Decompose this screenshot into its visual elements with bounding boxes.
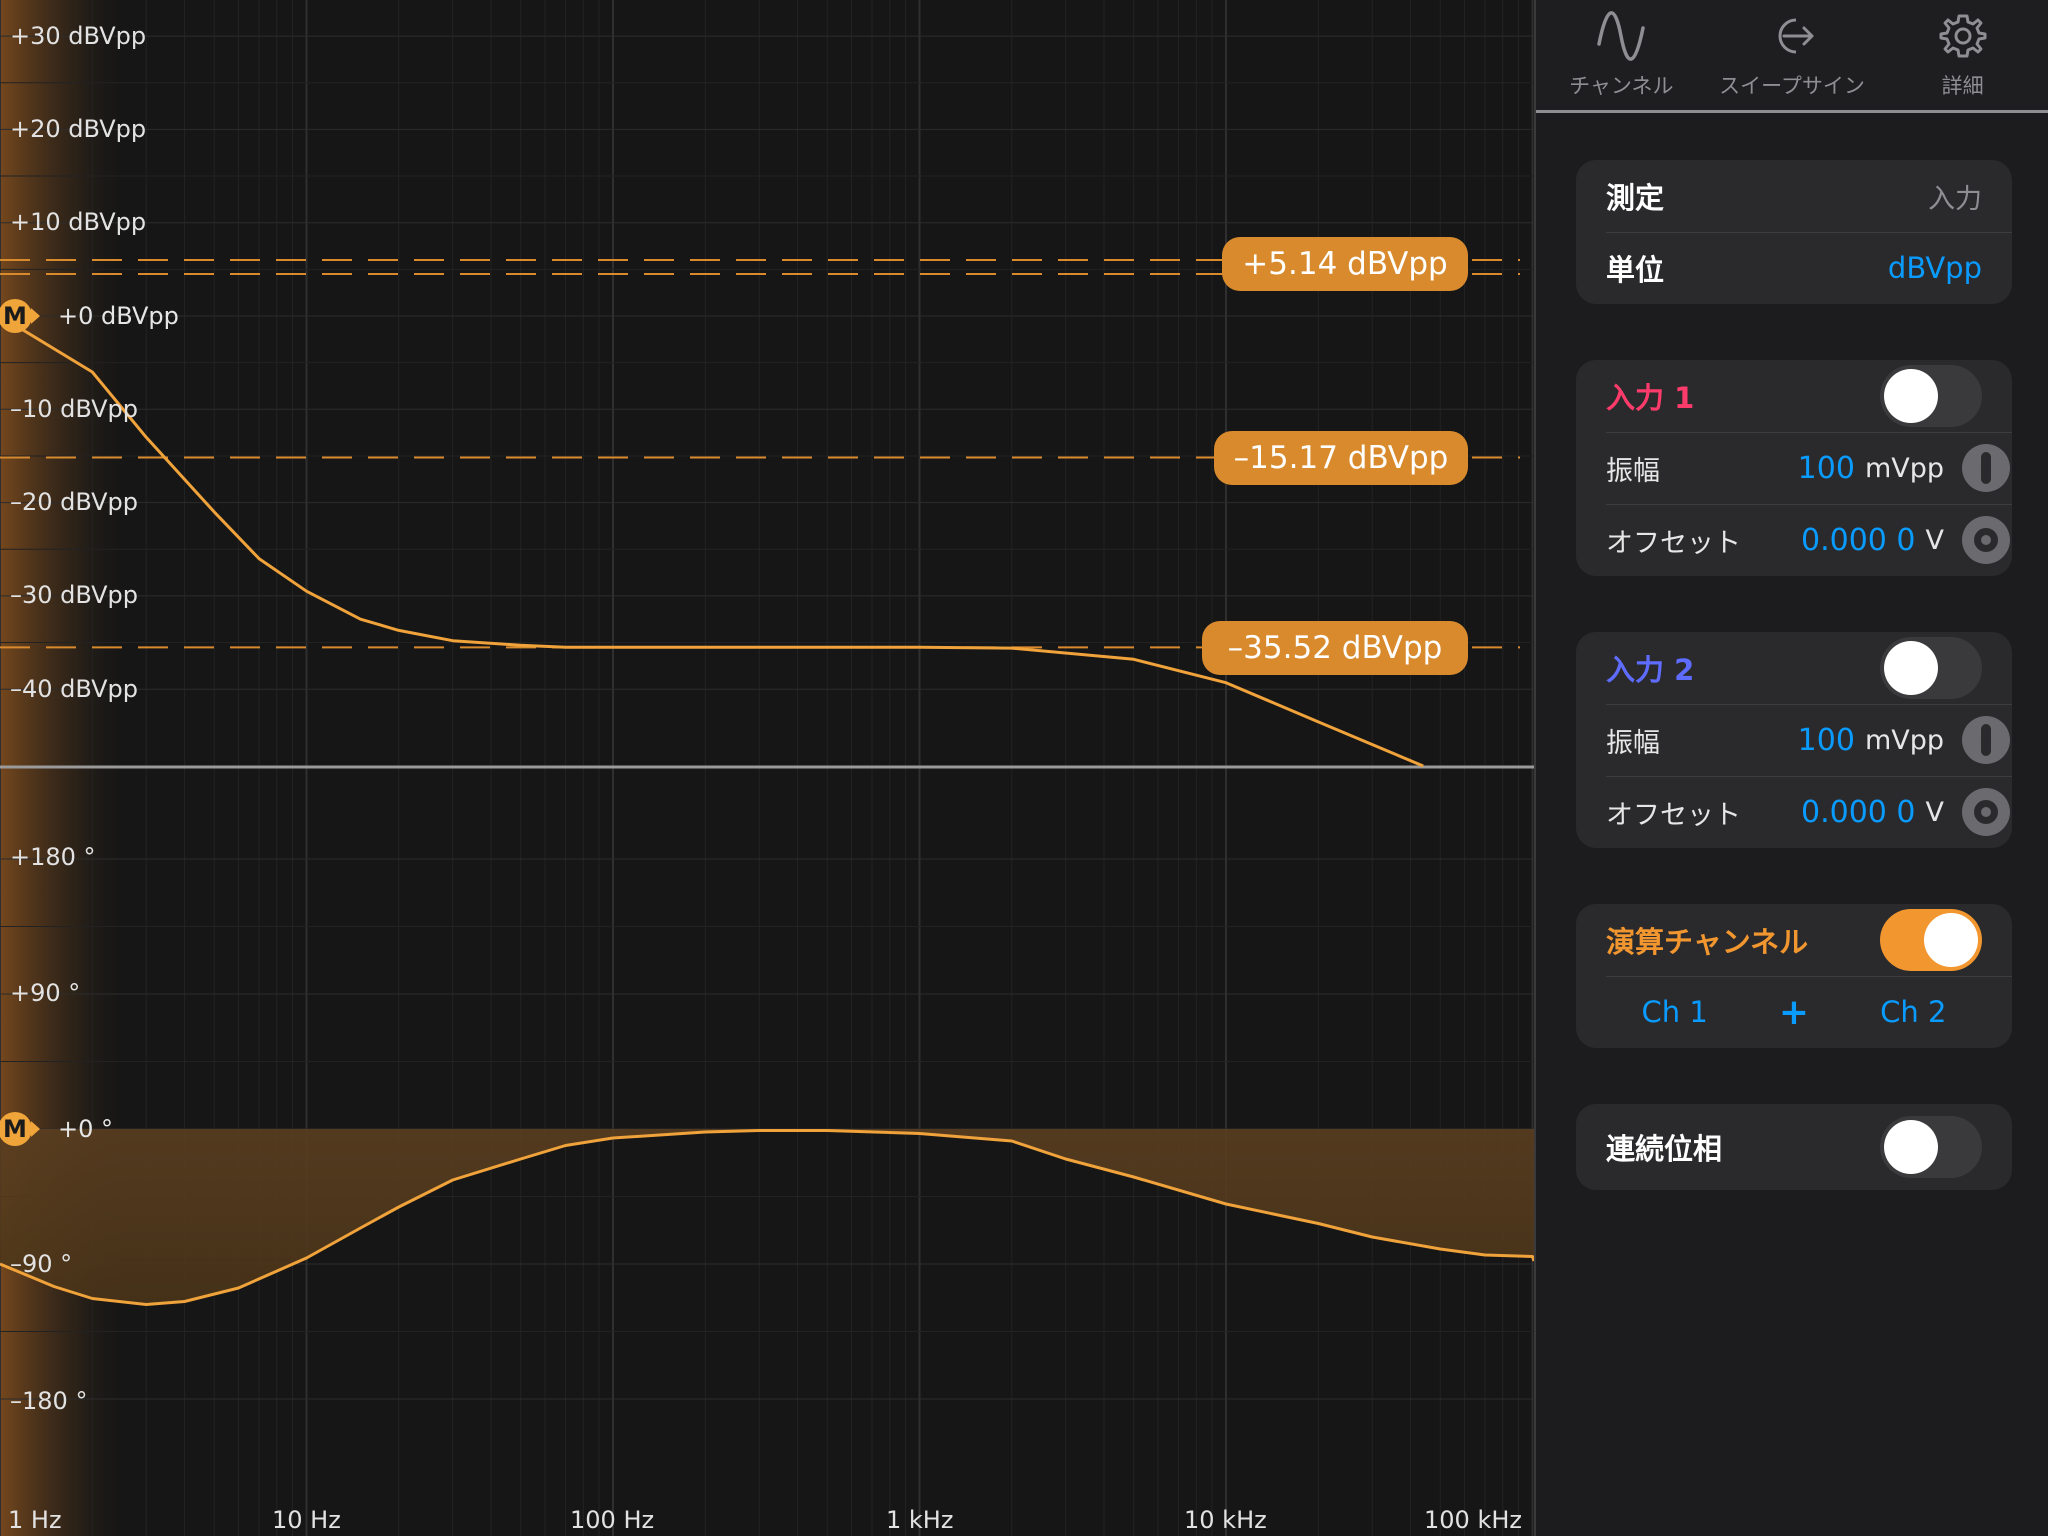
magnitude-cursor-readout[interactable]: –15.17 dBVpp [1214, 431, 1468, 485]
bode-plot-graphics [0, 0, 1534, 1536]
math-expression-row: Ch 1 + Ch 2 [1576, 976, 2012, 1048]
phase-reference-label: +0 ° [58, 1115, 114, 1143]
phase-axis-label: +90 ° [10, 979, 81, 1007]
input2-offset-row: オフセット 0.000 0 V [1576, 776, 2012, 848]
unwrap-phase-row: 連続位相 [1576, 1104, 2012, 1190]
measure-label: 測定 [1606, 181, 1665, 215]
input1-toggle[interactable] [1880, 365, 1982, 427]
magnitude-cursor-readout[interactable]: +5.14 dBVpp [1222, 237, 1468, 291]
input2-amplitude-value[interactable]: 100 [1798, 723, 1855, 758]
input2-offset-unit: V [1925, 796, 1944, 828]
input2-title: 入力 2 [1606, 653, 1695, 687]
input2-card: 入力 2 振幅 100 mVpp オフセット 0.000 0 V [1576, 632, 2012, 848]
input2-header-row: 入力 2 [1576, 632, 2012, 704]
tab-details-label: 詳細 [1941, 74, 1984, 98]
sine-wave-icon [1597, 11, 1646, 61]
input1-amplitude-adjust-button[interactable] [1962, 444, 2010, 492]
tab-sweep-sine[interactable]: スイープサイン [1707, 0, 1878, 110]
phase-axis-label: +180 ° [10, 843, 96, 871]
input1-card: 入力 1 振幅 100 mVpp オフセット 0.000 0 V [1576, 360, 2012, 576]
gear-icon [1939, 14, 1987, 58]
input2-offset-label: オフセット [1606, 799, 1741, 831]
frequency-axis-label: 1 Hz [8, 1506, 62, 1534]
magnitude-axis-label: +10 dBVpp [10, 208, 147, 236]
unwrap-phase-toggle[interactable] [1880, 1116, 1982, 1178]
input1-amplitude-value[interactable]: 100 [1798, 451, 1855, 486]
input1-amplitude-row: 振幅 100 mVpp [1576, 432, 2012, 504]
unit-value: dBVpp [1887, 251, 1982, 285]
tab-sweep-sine-label: スイープサイン [1719, 74, 1865, 98]
input2-toggle[interactable] [1880, 637, 1982, 699]
tab-details[interactable]: 詳細 [1877, 0, 2048, 110]
frequency-axis-label: 10 Hz [272, 1506, 341, 1534]
settings-tab-bar: チャンネル スイープサイン 詳細 [1536, 0, 2048, 113]
magnitude-trace [0, 314, 1424, 768]
measurement-card: 測定 入力 単位 dBVpp [1576, 160, 2012, 304]
magnitude-reference-label: +0 dBVpp [58, 302, 179, 330]
magnitude-axis-label: +30 dBVpp [10, 22, 147, 50]
measure-row[interactable]: 測定 入力 [1576, 160, 2012, 232]
input1-amplitude-label: 振幅 [1606, 455, 1660, 487]
input1-header-row: 入力 1 [1576, 360, 2012, 432]
math-operand2-selector[interactable]: Ch 2 [1880, 995, 1946, 1029]
phase-axis-label: –180 ° [10, 1387, 88, 1415]
unit-row[interactable]: 単位 dBVpp [1576, 232, 2012, 304]
phase-axis-label: –90 ° [10, 1250, 73, 1278]
input1-offset-adjust-button[interactable] [1962, 516, 2010, 564]
input1-offset-value[interactable]: 0.000 0 [1801, 523, 1916, 558]
toggle-knob [1884, 641, 1938, 695]
math-channel-title: 演算チャンネル [1606, 925, 1809, 959]
math-channel-header-row: 演算チャンネル [1576, 904, 2012, 976]
input2-amplitude-unit: mVpp [1864, 724, 1944, 756]
math-channel-card: 演算チャンネル Ch 1 + Ch 2 [1576, 904, 2012, 1048]
math-operand1-selector[interactable]: Ch 1 [1642, 995, 1708, 1029]
toggle-knob [1924, 913, 1978, 967]
bode-plot-area[interactable]: +30 dBVpp +20 dBVpp +10 dBVpp –10 dBVpp … [0, 0, 1534, 1536]
tab-channel-label: チャンネル [1569, 74, 1674, 98]
math-channel-toggle[interactable] [1880, 909, 1982, 971]
input1-offset-row: オフセット 0.000 0 V [1576, 504, 2012, 576]
frequency-axis-label: 10 kHz [1184, 1506, 1267, 1534]
input2-offset-value[interactable]: 0.000 0 [1801, 795, 1916, 830]
unwrap-phase-card: 連続位相 [1576, 1104, 2012, 1190]
input2-offset-adjust-button[interactable] [1962, 788, 2010, 836]
input2-amplitude-label: 振幅 [1606, 727, 1660, 759]
input1-offset-unit: V [1925, 524, 1944, 556]
magnitude-axis-label: –30 dBVpp [10, 581, 139, 609]
math-operator-selector[interactable]: + [1779, 992, 1809, 1033]
toggle-knob [1884, 1120, 1938, 1174]
sweep-output-icon [1778, 18, 1814, 54]
input2-amplitude-adjust-button[interactable] [1962, 716, 2010, 764]
input1-offset-label: オフセット [1606, 527, 1741, 559]
unwrap-phase-label: 連続位相 [1606, 1132, 1723, 1166]
magnitude-axis-label: –10 dBVpp [10, 395, 139, 423]
input1-amplitude-unit: mVpp [1864, 452, 1944, 484]
magnitude-axis-label: –20 dBVpp [10, 488, 139, 516]
magnitude-cursor-readout[interactable]: –35.52 dBVpp [1202, 621, 1468, 675]
phase-area-fill [0, 1129, 1534, 1305]
input2-amplitude-row: 振幅 100 mVpp [1576, 704, 2012, 776]
magnitude-axis-label: –40 dBVpp [10, 675, 139, 703]
settings-sidebar: チャンネル スイープサイン 詳細 測定 入力 単位 dBVpp 入力 1 振幅 … [1534, 0, 2048, 1536]
measure-value: 入力 [1928, 183, 1982, 215]
frequency-axis-label: 1 kHz [886, 1506, 954, 1534]
tab-channel[interactable]: チャンネル [1536, 0, 1707, 110]
unit-label: 単位 [1606, 253, 1665, 287]
magnitude-axis-label: +20 dBVpp [10, 115, 147, 143]
input1-title: 入力 1 [1606, 381, 1695, 415]
frequency-axis-label: 100 Hz [570, 1506, 655, 1534]
toggle-knob [1884, 369, 1938, 423]
frequency-axis-label: 100 kHz [1424, 1506, 1522, 1534]
